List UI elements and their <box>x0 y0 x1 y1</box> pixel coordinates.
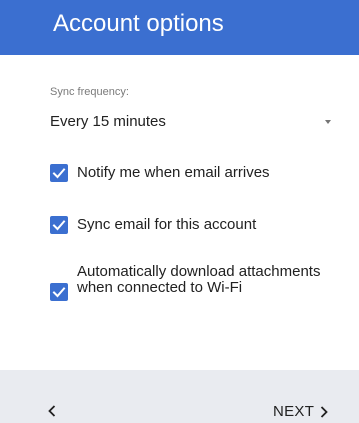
checkmark-icon <box>52 220 66 231</box>
auto-download-checkbox[interactable] <box>50 283 68 301</box>
page-title: Account options <box>53 10 224 37</box>
sync-frequency-label: Sync frequency: <box>50 86 129 98</box>
sync-checkbox[interactable] <box>50 216 68 234</box>
account-options-screen: Account options Sync frequency: Every 15… <box>0 0 359 423</box>
notify-checkbox[interactable] <box>50 164 68 182</box>
sync-frequency-dropdown[interactable]: Every 15 minutes <box>50 107 335 137</box>
option-auto-download[interactable]: Automatically download attachments when … <box>50 263 330 319</box>
checkmark-icon <box>52 287 66 298</box>
checkmark-icon <box>52 168 66 179</box>
auto-download-label: Automatically download attachments when … <box>77 263 321 296</box>
notify-email-label: Notify me when email arrives <box>77 164 270 181</box>
options-panel: Sync frequency: Every 15 minutes Notify … <box>0 55 359 370</box>
dropdown-arrow-icon <box>325 120 331 124</box>
sync-frequency-value: Every 15 minutes <box>50 113 166 130</box>
option-sync-email[interactable]: Sync email for this account <box>50 214 330 236</box>
app-header: Account options <box>0 0 359 55</box>
navigation-bar: NEXT <box>0 370 359 423</box>
sync-email-label: Sync email for this account <box>77 216 257 233</box>
next-button[interactable]: NEXT <box>270 400 345 422</box>
back-button[interactable] <box>44 400 64 422</box>
chevron-left-icon <box>48 405 56 417</box>
option-notify-email[interactable]: Notify me when email arrives <box>50 162 330 184</box>
chevron-right-icon <box>320 406 328 418</box>
next-label: NEXT <box>273 403 315 420</box>
